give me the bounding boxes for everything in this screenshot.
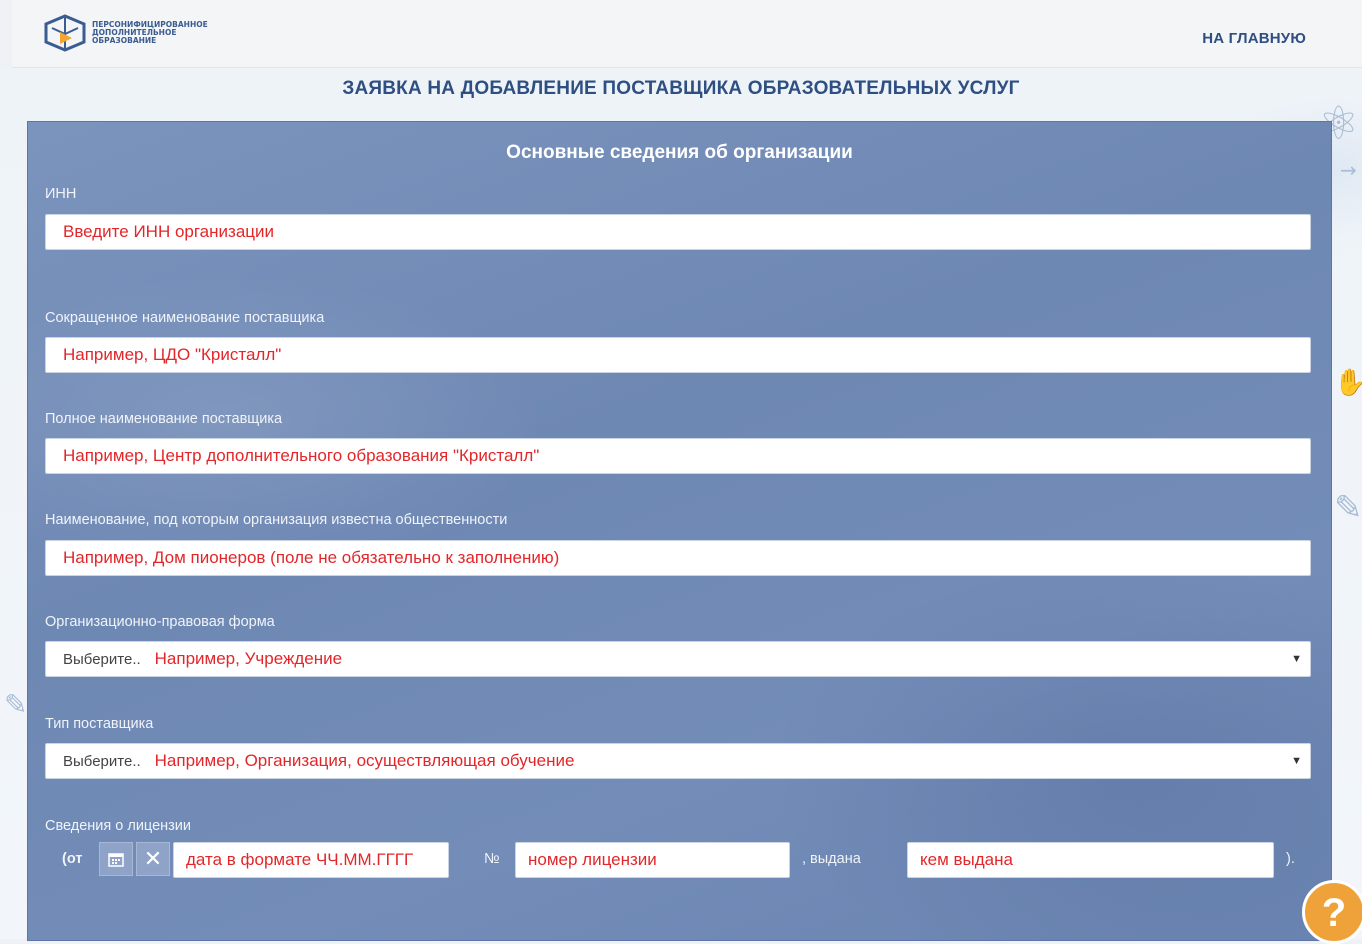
public-name-input-text: Например, Дом пионеров (поле не обязател… <box>63 548 560 567</box>
clear-icon: ✕ <box>143 846 163 871</box>
public-name-input[interactable]: Например, Дом пионеров (поле не обязател… <box>45 540 1311 576</box>
help-button[interactable]: ? <box>1302 880 1362 944</box>
provider-type-select-prefix: Выберите.. <box>63 753 141 770</box>
inn-label: ИНН <box>45 186 77 202</box>
license-date-input-text: дата в формате ЧЧ.ММ.ГГГГ <box>186 850 414 869</box>
legal-form-select[interactable]: Выберите.. Например, Учреждение ▼ <box>45 641 1311 677</box>
provider-type-select[interactable]: Выберите.. Например, Организация, осущест… <box>45 743 1311 779</box>
license-number-input[interactable]: номер лицензии <box>515 842 790 878</box>
pencil-icon: ✎ <box>1334 488 1362 528</box>
chevron-down-icon: ▼ <box>1291 653 1302 665</box>
short-name-input-text: Например, ЦДО "Кристалл" <box>63 345 282 364</box>
short-name-input[interactable]: Например, ЦДО "Кристалл" <box>45 337 1311 373</box>
calendar-button[interactable] <box>99 842 133 876</box>
clear-date-button[interactable]: ✕ <box>136 842 170 876</box>
public-name-label: Наименование, под которым организация из… <box>45 512 508 528</box>
legal-form-select-prefix: Выберите.. <box>63 651 141 668</box>
logo-line-3: ОБРАЗОВАНИЕ <box>92 36 157 45</box>
full-name-label: Полное наименование поставщика <box>45 411 283 427</box>
logo-text: ПЕРСОНИФИЦИРОВАННОЕ ДОПОЛНИТЕЛЬНОЕ ОБРАЗ… <box>92 21 208 45</box>
license-issuer-input-text: кем выдана <box>920 850 1013 869</box>
logo-icon <box>44 14 86 52</box>
inn-input-text: Введите ИНН организации <box>63 222 274 241</box>
organization-info-panel: Основные сведения об организации ИНН Вве… <box>27 121 1332 941</box>
full-name-input[interactable]: Например, Центр дополнительного образова… <box>45 438 1311 474</box>
inn-input[interactable]: Введите ИНН организации <box>45 214 1311 250</box>
site-logo[interactable]: ПЕРСОНИФИЦИРОВАННОЕ ДОПОЛНИТЕЛЬНОЕ ОБРАЗ… <box>42 14 208 52</box>
chevron-down-icon: ▼ <box>1291 755 1302 767</box>
provider-type-label: Тип поставщика <box>45 716 154 732</box>
top-navigation-bar: ПЕРСОНИФИЦИРОВАННОЕ ДОПОЛНИТЕЛЬНОЕ ОБРАЗ… <box>12 0 1362 68</box>
license-issuer-input[interactable]: кем выдана <box>907 842 1274 878</box>
license-number-input-text: номер лицензии <box>528 850 657 869</box>
provider-type-select-text: Например, Организация, осуществляющая об… <box>154 751 575 770</box>
full-name-input-text: Например, Центр дополнительного образова… <box>63 446 540 465</box>
license-label: Сведения о лицензии <box>45 818 191 834</box>
short-name-label: Сокращенное наименование поставщика <box>45 310 325 326</box>
home-link[interactable]: НА ГЛАВНУЮ <box>1202 30 1306 47</box>
legal-form-select-text: Например, Учреждение <box>154 649 343 668</box>
license-issued-text: , выдана <box>802 851 861 867</box>
license-date-input[interactable]: дата в формате ЧЧ.ММ.ГГГГ <box>173 842 449 878</box>
page-title: ЗАЯВКА НА ДОБАВЛЕНИЕ ПОСТАВЩИКА ОБРАЗОВА… <box>342 78 1020 99</box>
license-from-text: (от <box>62 851 83 867</box>
license-close-text: ). <box>1286 851 1295 867</box>
panel-title: Основные сведения об организации <box>506 142 853 163</box>
legal-form-label: Организационно-правовая форма <box>45 614 275 630</box>
hand-icon: ✋ <box>1334 368 1362 398</box>
pencil-left-icon: ✎ <box>4 688 28 721</box>
license-number-sign: № <box>484 851 500 867</box>
help-icon: ? <box>1321 891 1347 935</box>
arrow-icon: → <box>1340 158 1357 182</box>
calendar-icon <box>108 853 124 867</box>
